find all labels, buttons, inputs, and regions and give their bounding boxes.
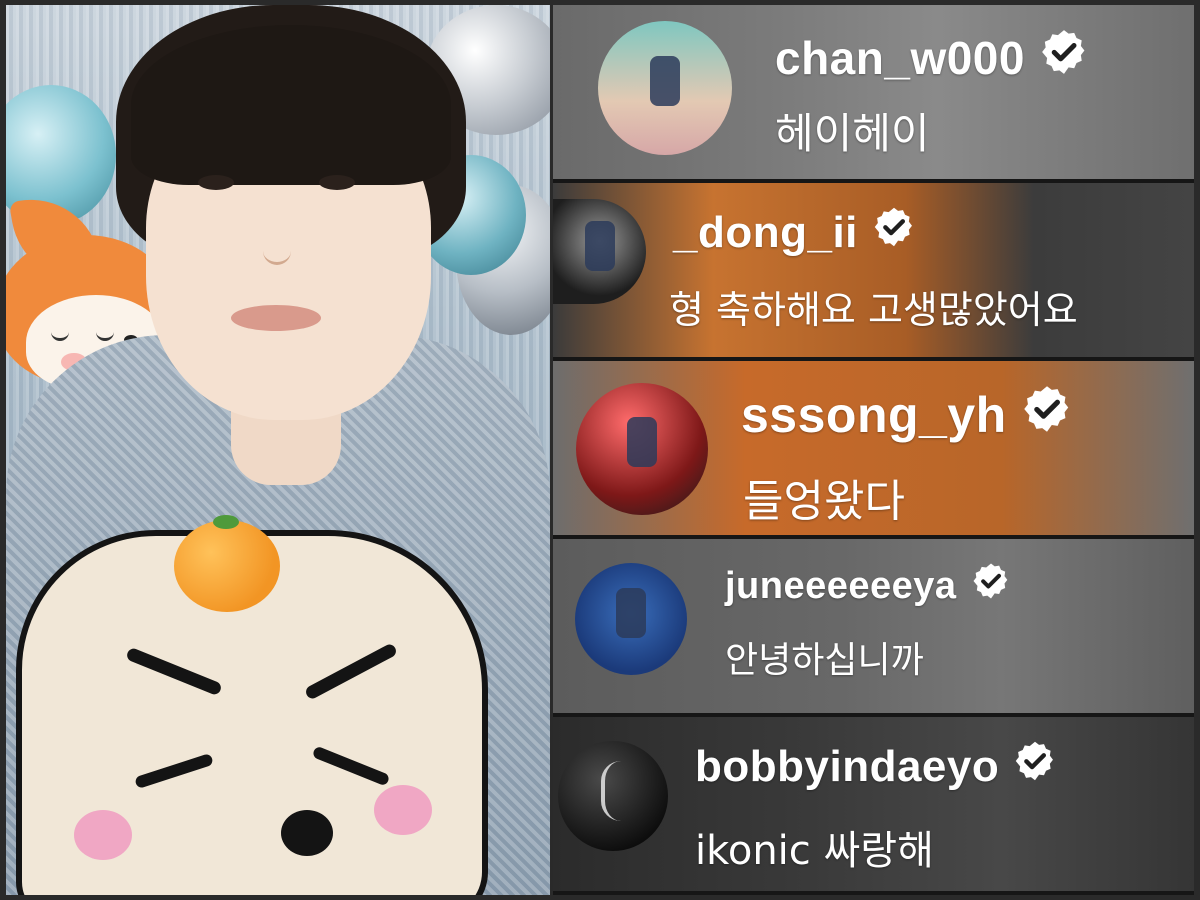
selfie-photo bbox=[6, 5, 550, 895]
verified-badge-icon bbox=[1013, 739, 1057, 794]
character-cake bbox=[6, 505, 488, 895]
comment-message: 헤이헤이 bbox=[775, 109, 930, 158]
comment-message: 형 축하해요 고생많았어요 bbox=[669, 288, 1078, 332]
avatar-figure bbox=[601, 760, 625, 821]
username-text[interactable]: chan_w000 bbox=[775, 31, 1025, 85]
comment-row: chan_w000 헤이헤이 bbox=[553, 5, 1194, 183]
comments-panel: chan_w000 헤이헤이 _dong_ii 형 축하해요 고생많았어요 ss… bbox=[553, 5, 1194, 895]
cake-blush bbox=[74, 810, 132, 860]
comment-row: bobbyindaeyo ikonic 싸랑해 bbox=[553, 717, 1194, 895]
comment-row: sssong_yh 들엉왔다 bbox=[553, 361, 1194, 539]
comment-message: 안녕하십니까 bbox=[725, 640, 924, 681]
avatar[interactable] bbox=[575, 563, 687, 675]
avatar-figure bbox=[627, 417, 657, 468]
username[interactable]: bobbyindaeyo bbox=[695, 739, 1057, 794]
avatar[interactable] bbox=[598, 21, 732, 155]
verified-badge-icon bbox=[872, 205, 916, 260]
cake-mouth bbox=[281, 810, 333, 856]
avatar[interactable] bbox=[576, 383, 708, 515]
username[interactable]: sssong_yh bbox=[741, 383, 1073, 447]
username[interactable]: juneeeeeeya bbox=[725, 561, 1011, 611]
avatar[interactable] bbox=[558, 741, 668, 851]
username-text[interactable]: _dong_ii bbox=[673, 208, 858, 258]
orange-topping bbox=[174, 520, 280, 612]
verified-badge-icon-svg bbox=[973, 563, 1007, 599]
eye bbox=[319, 175, 355, 190]
verified-badge-icon-svg bbox=[1016, 741, 1054, 781]
cake-blush bbox=[374, 785, 432, 835]
verified-badge-icon bbox=[971, 561, 1011, 611]
collage-frame: chan_w000 헤이헤이 _dong_ii 형 축하해요 고생많았어요 ss… bbox=[0, 0, 1200, 900]
nose bbox=[263, 220, 291, 265]
username-text[interactable]: bobbyindaeyo bbox=[695, 742, 999, 792]
comment-row: juneeeeeeya 안녕하십니까 bbox=[553, 539, 1194, 717]
eye bbox=[198, 175, 234, 190]
orange-leaf bbox=[213, 515, 239, 529]
comment-message: ikonic 싸랑해 bbox=[695, 828, 934, 874]
username-text[interactable]: sssong_yh bbox=[741, 386, 1007, 444]
avatar-figure bbox=[650, 56, 680, 107]
verified-badge-icon-svg bbox=[1023, 386, 1068, 432]
lips bbox=[231, 305, 321, 331]
username[interactable]: chan_w000 bbox=[775, 27, 1089, 88]
username[interactable]: _dong_ii bbox=[673, 205, 916, 260]
verified-badge-icon bbox=[1039, 27, 1089, 88]
comment-row: _dong_ii 형 축하해요 고생많았어요 bbox=[553, 183, 1194, 361]
avatar-figure bbox=[584, 221, 615, 272]
username-text[interactable]: juneeeeeeya bbox=[725, 565, 957, 608]
comment-message: 들엉왔다 bbox=[743, 476, 905, 527]
bangs bbox=[131, 25, 451, 185]
verified-badge-icon-svg bbox=[874, 207, 912, 247]
avatar-figure bbox=[616, 588, 646, 639]
verified-badge-icon-svg bbox=[1042, 30, 1085, 74]
verified-badge-icon bbox=[1021, 383, 1073, 447]
